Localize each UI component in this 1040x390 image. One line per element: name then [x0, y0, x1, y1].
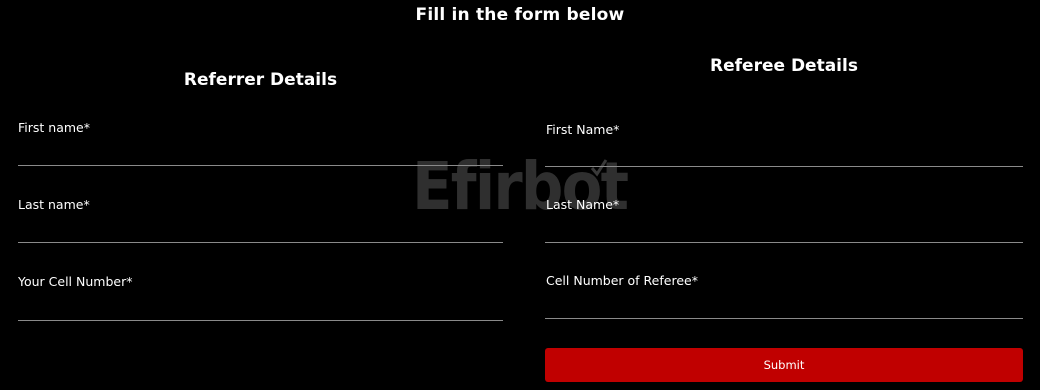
referrer-section-title: Referrer Details: [183, 70, 338, 90]
referee-cell-label: Cell Number of Referee*: [546, 273, 698, 288]
referee-cell-input[interactable]: [545, 292, 1023, 319]
referee-first-name-label: First Name*: [546, 122, 620, 137]
referrer-last-name-input[interactable]: [18, 216, 503, 243]
referee-last-name-label: Last Name*: [546, 197, 620, 212]
referee-section-title: Referee Details: [710, 56, 858, 76]
page-title: Fill in the form below: [415, 5, 625, 25]
referee-first-name-input[interactable]: [545, 140, 1023, 167]
referrer-cell-label: Your Cell Number*: [18, 274, 133, 289]
referrer-last-name-label: Last name*: [18, 197, 90, 212]
submit-button[interactable]: Submit: [545, 348, 1023, 382]
referee-last-name-input[interactable]: [545, 216, 1023, 243]
referrer-first-name-input[interactable]: [18, 139, 503, 166]
referrer-cell-input[interactable]: [18, 294, 503, 321]
referrer-first-name-label: First name*: [18, 120, 90, 135]
